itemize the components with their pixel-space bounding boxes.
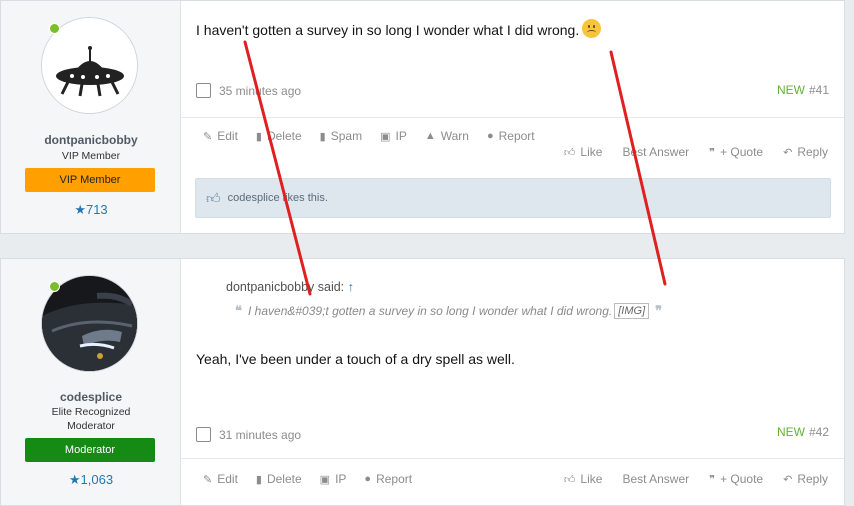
likes-text[interactable]: codesplice likes this. bbox=[228, 192, 328, 204]
user-badge: Moderator bbox=[25, 438, 155, 462]
id-card-icon: ▣ bbox=[380, 130, 391, 143]
edit-button[interactable]: ✎ Edit bbox=[203, 472, 238, 486]
ip-button[interactable]: ▣ IP bbox=[380, 129, 407, 143]
spam-button[interactable]: ▮ Spam bbox=[320, 129, 362, 143]
post-42: codesplice Elite Recognized Moderator Mo… bbox=[0, 258, 845, 506]
post-message-text: I haven't gotten a survey in so long I w… bbox=[196, 22, 580, 38]
online-status-icon bbox=[49, 281, 60, 292]
quote-icon: ❞ bbox=[709, 473, 716, 486]
post-number[interactable]: NEW #41 bbox=[777, 83, 829, 97]
quote-button[interactable]: ❞ + Quote bbox=[709, 145, 763, 159]
post-number-label: #41 bbox=[808, 83, 829, 97]
select-post-checkbox[interactable] bbox=[196, 83, 211, 98]
like-button[interactable]: 👍︎ Like bbox=[564, 145, 603, 159]
trash-icon: ▮ bbox=[255, 130, 262, 143]
reply-icon: ↶ bbox=[783, 473, 793, 486]
reply-icon: ↶ bbox=[783, 146, 793, 159]
post-number[interactable]: NEW #42 bbox=[777, 425, 829, 439]
close-quote-icon: ❞ bbox=[655, 303, 663, 318]
best-answer-button[interactable]: Best Answer bbox=[622, 472, 689, 486]
id-card-icon: ▣ bbox=[319, 473, 331, 486]
username[interactable]: codesplice bbox=[1, 390, 181, 404]
post-time[interactable]: 31 minutes ago bbox=[219, 428, 301, 442]
post-message-text: Yeah, I've been under a touch of a dry s… bbox=[196, 351, 515, 367]
open-quote-icon: ❝ bbox=[235, 303, 242, 318]
thumbs-up-icon: 👍︎ bbox=[563, 146, 576, 159]
best-answer-button[interactable]: Best Answer bbox=[622, 145, 689, 159]
post-body: dontpanicbobby said: ↑ ❝ I haven&#039;t … bbox=[181, 259, 844, 505]
divider bbox=[181, 117, 844, 118]
reputation: ★1,063 bbox=[68, 472, 114, 487]
post-body: I haven't gotten a survey in so long I w… bbox=[181, 1, 844, 233]
thumbs-up-icon: 👍︎ bbox=[563, 473, 576, 486]
report-icon: ● bbox=[364, 473, 372, 485]
post-meta: 31 minutes ago bbox=[196, 427, 301, 442]
post-number-label: #42 bbox=[808, 425, 829, 439]
quote-text: I haven&#039;t gotten a survey in so lon… bbox=[248, 304, 613, 318]
likes-summary: 👍︎ codesplice likes this. bbox=[195, 178, 831, 218]
warning-icon: ▲ bbox=[424, 130, 436, 142]
warn-button[interactable]: ▲ Warn bbox=[425, 129, 469, 143]
quote-author[interactable]: dontpanicbobby said: bbox=[226, 280, 344, 294]
user-info-panel: dontpanicbobby VIP Member VIP Member ★71… bbox=[1, 1, 181, 233]
new-label: NEW bbox=[776, 425, 805, 439]
pencil-icon: ✎ bbox=[203, 473, 213, 486]
post-41: dontpanicbobby VIP Member VIP Member ★71… bbox=[0, 0, 845, 234]
pencil-icon: ✎ bbox=[203, 130, 213, 143]
post-actions: 👍︎ Like Best Answer ❞ + Quote ↶ Reply bbox=[544, 145, 828, 159]
quote-block: ❝ I haven&#039;t gotten a survey in so l… bbox=[229, 303, 668, 319]
post-meta: 35 minutes ago bbox=[196, 83, 301, 98]
edit-button[interactable]: ✎ Edit bbox=[203, 129, 238, 143]
post-time[interactable]: 35 minutes ago bbox=[219, 84, 301, 98]
user-title: VIP Member bbox=[61, 150, 121, 162]
reply-button[interactable]: ↶ Reply bbox=[783, 145, 828, 159]
user-info-panel: codesplice Elite Recognized Moderator Mo… bbox=[1, 259, 181, 505]
quote-attribution: dontpanicbobby said: ↑ bbox=[226, 280, 354, 294]
like-button[interactable]: 👍︎ Like bbox=[564, 472, 603, 486]
delete-button[interactable]: ▮ Delete bbox=[256, 129, 302, 143]
user-title: Elite Recognized Moderator bbox=[51, 406, 131, 432]
username[interactable]: dontpanicbobby bbox=[1, 133, 181, 147]
user-badge: VIP Member bbox=[25, 168, 155, 192]
trash-icon: ▮ bbox=[255, 473, 262, 486]
jump-to-quote-icon[interactable]: ↑ bbox=[348, 280, 354, 294]
reply-button[interactable]: ↶ Reply bbox=[783, 472, 828, 486]
quote-button[interactable]: ❞ + Quote bbox=[709, 472, 763, 486]
spam-icon: ▮ bbox=[319, 130, 326, 143]
online-status-icon bbox=[49, 23, 60, 34]
frown-emoji-icon bbox=[582, 19, 602, 38]
divider bbox=[181, 458, 844, 459]
select-post-checkbox[interactable] bbox=[196, 427, 211, 442]
moderation-actions: ✎ Edit ▮ Delete ▮ Spam ▣ IP ▲ Warn ● Report bbox=[203, 129, 553, 143]
quote-icon: ❞ bbox=[709, 146, 716, 159]
moderation-actions: ✎ Edit ▮ Delete ▣ IP ● Report bbox=[203, 472, 430, 486]
delete-button[interactable]: ▮ Delete bbox=[256, 472, 302, 486]
post-actions: 👍︎ Like Best Answer ❞ + Quote ↶ Reply bbox=[544, 472, 828, 486]
ip-button[interactable]: ▣ IP bbox=[320, 472, 347, 486]
report-icon: ● bbox=[486, 130, 494, 142]
thumbs-up-icon: 👍︎ bbox=[206, 189, 221, 206]
post-message: I haven't gotten a survey in so long I w… bbox=[196, 19, 602, 38]
report-button[interactable]: ● Report bbox=[364, 472, 412, 486]
report-button[interactable]: ● Report bbox=[487, 129, 535, 143]
broken-image-placeholder: [IMG] bbox=[614, 303, 650, 319]
new-label: NEW bbox=[776, 83, 805, 97]
reputation: ★713 bbox=[74, 202, 108, 217]
